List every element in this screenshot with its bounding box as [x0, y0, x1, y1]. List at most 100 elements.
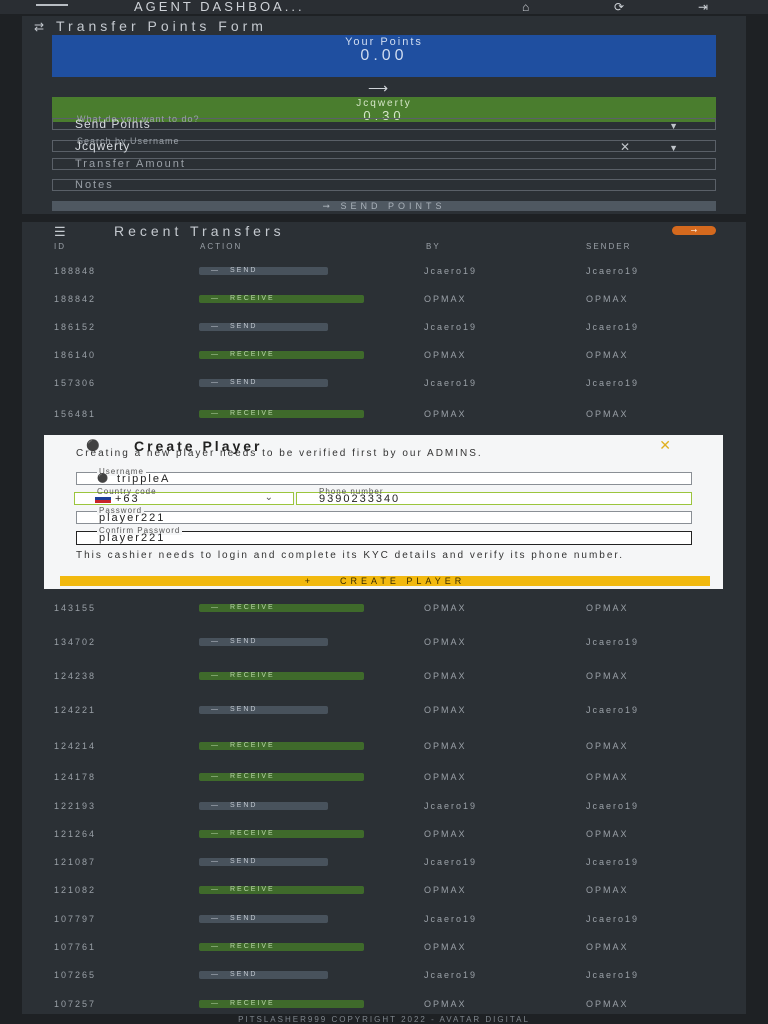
- phone-number-field[interactable]: Phone number 9390233340: [296, 488, 692, 505]
- username-field[interactable]: Username trippleA ⚫: [76, 468, 692, 485]
- username-search-value: Jcqwerty: [75, 139, 131, 153]
- transfer-id: 121082: [54, 885, 97, 895]
- table-row[interactable]: 122193 SEND Jcaero19 Jcaero19: [22, 801, 746, 811]
- transfer-sender: Jcaero19: [586, 322, 640, 332]
- arrow-right-icon: ⟶: [368, 80, 389, 96]
- transfer-id: 124214: [54, 741, 97, 751]
- action-badge: RECEIVE: [199, 943, 364, 951]
- phone-number-value: 9390233340: [319, 493, 401, 505]
- refresh-icon[interactable]: ⟳: [614, 0, 624, 14]
- notes-input[interactable]: Notes: [52, 179, 716, 191]
- transfer-id: 157306: [54, 378, 97, 388]
- confirm-password-field[interactable]: Confirm Password player221: [76, 527, 692, 545]
- table-row[interactable]: 124238 RECEIVE OPMAX OPMAX: [22, 671, 746, 681]
- transfer-by: Jcaero19: [424, 914, 478, 924]
- chevron-down-icon: ⌄: [264, 492, 273, 503]
- table-row[interactable]: 186152 SEND Jcaero19 Jcaero19: [22, 322, 746, 332]
- your-points-value: 0.00: [360, 47, 408, 64]
- transfer-by: Jcaero19: [424, 970, 478, 980]
- username-field-value: trippleA: [117, 473, 171, 485]
- password-field[interactable]: Password player221: [76, 507, 692, 524]
- column-header-sender: SENDER: [586, 242, 632, 251]
- action-badge: RECEIVE: [199, 886, 364, 894]
- transfer-id: 107257: [54, 999, 97, 1009]
- table-row[interactable]: 188848 SEND Jcaero19 Jcaero19: [22, 266, 746, 276]
- table-row[interactable]: 121264 RECEIVE OPMAX OPMAX: [22, 829, 746, 839]
- menu-icon[interactable]: [36, 4, 68, 10]
- transfer-id: 121087: [54, 857, 97, 867]
- transfer-id: 107797: [54, 914, 97, 924]
- chevron-down-icon[interactable]: ▼: [669, 143, 679, 153]
- action-badge: SEND: [199, 706, 328, 714]
- table-row[interactable]: 107761 RECEIVE OPMAX OPMAX: [22, 942, 746, 952]
- clear-icon[interactable]: ✕: [620, 140, 631, 154]
- action-badge: RECEIVE: [199, 742, 364, 750]
- transfer-sender: Jcaero19: [586, 378, 640, 388]
- transfer-by: Jcaero19: [424, 266, 478, 276]
- user-icon: ⚫: [97, 473, 109, 483]
- transfer-by: OPMAX: [424, 705, 467, 715]
- action-badge: SEND: [199, 858, 328, 866]
- transfer-id: 124238: [54, 671, 97, 681]
- transfer-sender: OPMAX: [586, 885, 629, 895]
- transfer-sender: Jcaero19: [586, 637, 640, 647]
- table-row[interactable]: 121087 SEND Jcaero19 Jcaero19: [22, 857, 746, 867]
- transfer-sender: OPMAX: [586, 829, 629, 839]
- modal-note: This cashier needs to login and complete…: [76, 550, 624, 561]
- table-row[interactable]: 121082 RECEIVE OPMAX OPMAX: [22, 885, 746, 895]
- table-row[interactable]: 124178 RECEIVE OPMAX OPMAX: [22, 772, 746, 782]
- action-select-value: Send Points: [75, 117, 151, 131]
- action-badge: SEND: [199, 638, 328, 646]
- table-row[interactable]: 134702 SEND OPMAX Jcaero19: [22, 637, 746, 647]
- transfer-sender: OPMAX: [586, 772, 629, 782]
- table-row[interactable]: 107257 RECEIVE OPMAX OPMAX: [22, 999, 746, 1009]
- create-player-label: CREATE PLAYER: [340, 576, 466, 586]
- transfer-points-panel: ⇄ Transfer Points Form Your Points 0.00 …: [22, 16, 746, 214]
- transfer-sender: Jcaero19: [586, 705, 640, 715]
- action-select[interactable]: What do you want to do? Send Points ▼: [52, 115, 716, 131]
- column-header-action: ACTION: [200, 242, 243, 251]
- transfer-sender: OPMAX: [586, 603, 629, 613]
- transfer-sender: OPMAX: [586, 294, 629, 304]
- password-field-value: player221: [99, 512, 166, 524]
- create-player-button[interactable]: + CREATE PLAYER: [60, 576, 710, 586]
- expand-button[interactable]: ➞: [672, 226, 716, 235]
- transfer-amount-placeholder: Transfer Amount: [75, 158, 186, 170]
- table-row[interactable]: 157306 SEND Jcaero19 Jcaero19: [22, 378, 746, 388]
- transfer-id: 124178: [54, 772, 97, 782]
- recent-transfers-title: Recent Transfers: [114, 223, 285, 239]
- top-bar: AGENT DASHBOA... ⌂ ⟳ ⇥: [0, 0, 768, 14]
- transfer-id: 107265: [54, 970, 97, 980]
- home-icon[interactable]: ⌂: [522, 0, 529, 14]
- table-row[interactable]: 156481 RECEIVE OPMAX OPMAX: [22, 409, 746, 419]
- logout-icon[interactable]: ⇥: [698, 0, 708, 14]
- transfer-sender: OPMAX: [586, 350, 629, 360]
- action-badge: RECEIVE: [199, 672, 364, 680]
- table-row[interactable]: 143155 RECEIVE OPMAX OPMAX: [22, 603, 746, 613]
- table-row[interactable]: 188842 RECEIVE OPMAX OPMAX: [22, 294, 746, 304]
- transfer-amount-input[interactable]: Transfer Amount: [52, 158, 716, 170]
- action-badge: SEND: [199, 802, 328, 810]
- transfer-id: 107761: [54, 942, 97, 952]
- send-points-button[interactable]: ➞ SEND POINTS: [52, 201, 716, 211]
- action-badge: SEND: [199, 971, 328, 979]
- transfer-sender: OPMAX: [586, 671, 629, 681]
- table-row[interactable]: 107797 SEND Jcaero19 Jcaero19: [22, 914, 746, 924]
- table-row[interactable]: 124214 RECEIVE OPMAX OPMAX: [22, 741, 746, 751]
- transfer-id: 186140: [54, 350, 97, 360]
- transfer-sender: OPMAX: [586, 999, 629, 1009]
- table-row[interactable]: 186140 RECEIVE OPMAX OPMAX: [22, 350, 746, 360]
- table-row[interactable]: 107265 SEND Jcaero19 Jcaero19: [22, 970, 746, 980]
- transfer-form-title: Transfer Points Form: [56, 18, 267, 34]
- username-search-input[interactable]: Search by Username Jcqwerty ✕ ▼: [52, 137, 716, 154]
- page-title: AGENT DASHBOA...: [134, 0, 305, 14]
- transfer-id: 134702: [54, 637, 97, 647]
- transfer-by: OPMAX: [424, 885, 467, 895]
- country-code-select[interactable]: Country code +63 ⌄: [74, 488, 294, 505]
- transfer-id: 122193: [54, 801, 97, 811]
- recent-transfers-panel: ☰ Recent Transfers ➞ ID ACTION BY SENDER…: [22, 222, 746, 1014]
- action-badge: SEND: [199, 915, 328, 923]
- table-row[interactable]: 124221 SEND OPMAX Jcaero19: [22, 705, 746, 715]
- transfer-by: OPMAX: [424, 772, 467, 782]
- transfer-by: Jcaero19: [424, 801, 478, 811]
